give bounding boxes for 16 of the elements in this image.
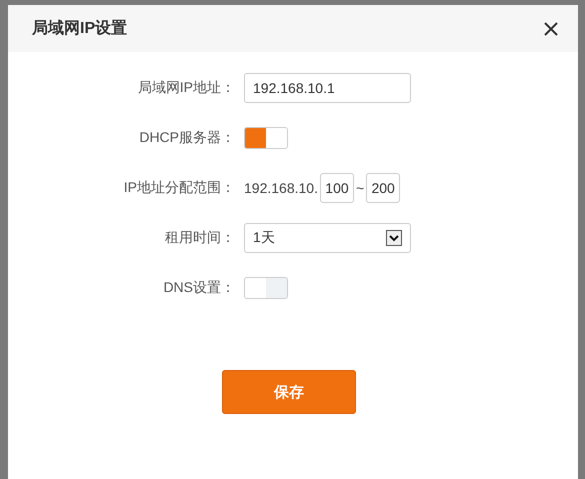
range-separator: ~ <box>356 180 364 196</box>
close-icon[interactable] <box>544 22 558 36</box>
range-end-field[interactable]: 200 <box>366 173 400 203</box>
field-label: DHCP服务器： <box>138 129 235 147</box>
dialog-title: 局域网IP设置 <box>32 18 128 39</box>
ip-prefix: 192.168.10. <box>244 180 318 196</box>
field-label: 局域网IP地址： <box>136 79 235 97</box>
field-label: DNS设置： <box>162 279 235 297</box>
range-start-field[interactable]: 100 <box>320 173 354 203</box>
field-label: IP地址分配范围： <box>122 179 235 197</box>
caret-icon <box>386 230 402 246</box>
toggle-switch[interactable] <box>244 127 288 149</box>
ip-address-field[interactable]: 192.168.10.1 <box>244 73 411 103</box>
toggle-switch[interactable] <box>244 277 288 299</box>
field-label: 租用时间： <box>164 229 235 247</box>
lease-time-dropdown[interactable]: 1天 <box>244 223 411 253</box>
